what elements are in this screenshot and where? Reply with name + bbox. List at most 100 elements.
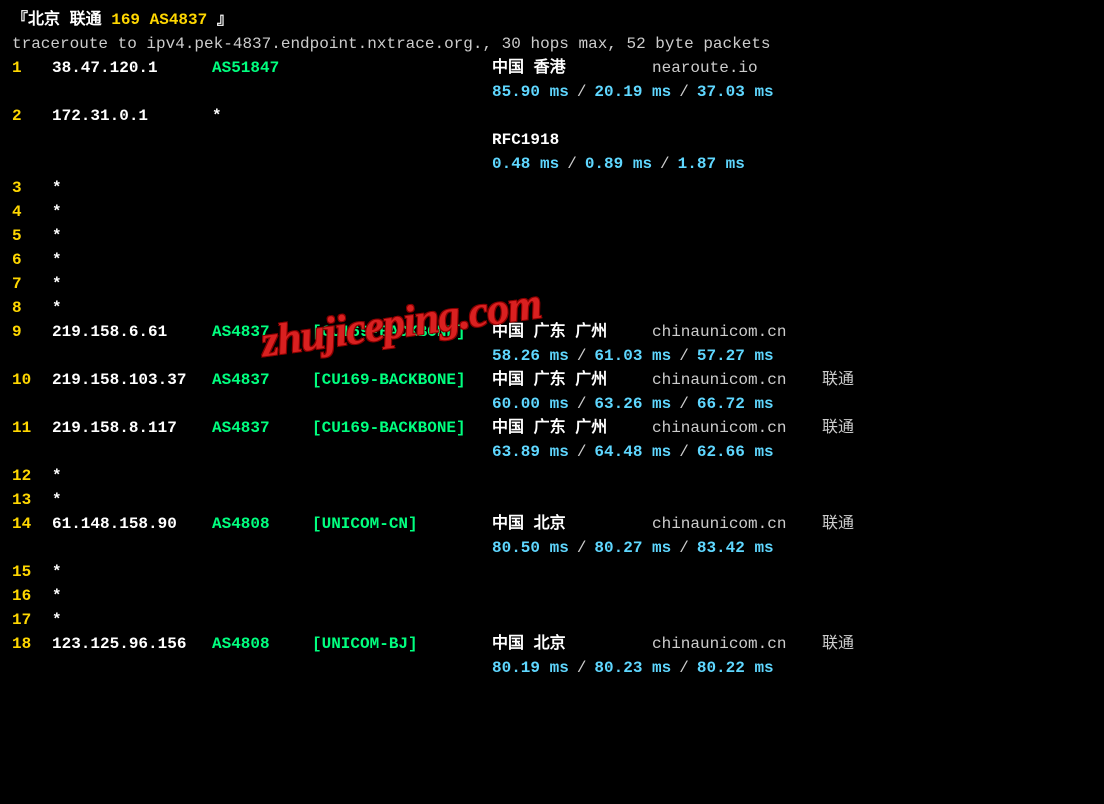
rtt-separator: /: [569, 536, 595, 560]
hop-location: 中国 广东 广州: [492, 416, 652, 440]
rtt-value: 0.48 ms: [492, 152, 559, 176]
hop-rfc-label: RFC1918: [12, 128, 1092, 152]
hop-carrier: 联通: [822, 632, 854, 656]
hop-rtt-row: 60.00 ms/63.26 ms/66.72 ms: [12, 392, 1092, 416]
rtt-value: 61.03 ms: [594, 344, 671, 368]
hop-location: 中国 广东 广州: [492, 320, 652, 344]
rtt-value: 85.90 ms: [492, 80, 569, 104]
hop-timeout-star: *: [52, 224, 62, 248]
hop-location: 中国 香港: [492, 56, 652, 80]
hop-row: 8*: [12, 296, 1092, 320]
hop-number: 2: [12, 104, 52, 128]
hop-row: 18123.125.96.156AS4808[UNICOM-BJ]中国 北京ch…: [12, 632, 1092, 656]
hop-row: 12*: [12, 464, 1092, 488]
rtt-value: 57.27 ms: [697, 344, 774, 368]
hop-row: 1461.148.158.90AS4808[UNICOM-CN]中国 北京chi…: [12, 512, 1092, 536]
rtt-separator: /: [671, 440, 697, 464]
hop-asn: AS51847: [212, 56, 312, 80]
hop-row: 17*: [12, 608, 1092, 632]
hop-location: 中国 北京: [492, 632, 652, 656]
hop-hostname: chinaunicom.cn: [652, 632, 822, 656]
rtt-separator: /: [671, 536, 697, 560]
rtt-separator: /: [671, 80, 697, 104]
hop-hostname: nearoute.io: [652, 56, 822, 80]
hop-number: 4: [12, 200, 52, 224]
hop-rtt-row: 80.50 ms/80.27 ms/83.42 ms: [12, 536, 1092, 560]
hop-hostname: chinaunicom.cn: [652, 512, 822, 536]
hop-number: 5: [12, 224, 52, 248]
hop-location: 中国 北京: [492, 512, 652, 536]
hop-ip: 219.158.6.61: [52, 320, 212, 344]
hop-carrier: 联通: [822, 368, 854, 392]
hop-row: 2172.31.0.1*: [12, 104, 1092, 128]
hop-rtt-row: 85.90 ms/20.19 ms/37.03 ms: [12, 80, 1092, 104]
rtt-value: 20.19 ms: [594, 80, 671, 104]
rtt-value: 58.26 ms: [492, 344, 569, 368]
hop-timeout-star: *: [52, 584, 62, 608]
rtt-value: 80.19 ms: [492, 656, 569, 680]
hop-network: [CU169-BACKBONE]: [312, 320, 492, 344]
hop-row: 9219.158.6.61AS4837[CU169-BACKBONE]中国 广东…: [12, 320, 1092, 344]
rtt-value: 0.89 ms: [585, 152, 652, 176]
traceroute-command: traceroute to ipv4.pek-4837.endpoint.nxt…: [12, 32, 1092, 56]
rtt-separator: /: [569, 440, 595, 464]
rtt-value: 63.89 ms: [492, 440, 569, 464]
hop-network: [UNICOM-CN]: [312, 512, 492, 536]
hop-timeout-star: *: [52, 464, 62, 488]
rtt-value: 1.87 ms: [678, 152, 745, 176]
hop-asn: AS4837: [212, 368, 312, 392]
hop-row: 15*: [12, 560, 1092, 584]
hop-number: 17: [12, 608, 52, 632]
hop-hostname: chinaunicom.cn: [652, 416, 822, 440]
hops-container: 138.47.120.1AS51847 中国 香港nearoute.io 85.90…: [12, 56, 1092, 680]
hop-number: 7: [12, 272, 52, 296]
rtt-value: 80.22 ms: [697, 656, 774, 680]
header-prefix: 『北京 联通: [12, 11, 111, 29]
hop-row: 5*: [12, 224, 1092, 248]
rtt-value: 83.42 ms: [697, 536, 774, 560]
hop-rtt-row: 80.19 ms/80.23 ms/80.22 ms: [12, 656, 1092, 680]
hop-row: 6*: [12, 248, 1092, 272]
rtt-value: 80.27 ms: [594, 536, 671, 560]
hop-carrier: 联通: [822, 416, 854, 440]
hop-timeout-star: *: [52, 248, 62, 272]
hop-asn: AS4808: [212, 632, 312, 656]
hop-number: 1: [12, 56, 52, 80]
hop-number: 9: [12, 320, 52, 344]
rtt-separator: /: [671, 392, 697, 416]
hop-number: 15: [12, 560, 52, 584]
hop-number: 10: [12, 368, 52, 392]
hop-ip: 172.31.0.1: [52, 104, 212, 128]
rtt-value: 37.03 ms: [697, 80, 774, 104]
hop-timeout-star: *: [52, 176, 62, 200]
hop-timeout-star: *: [52, 560, 62, 584]
hop-location: 中国 广东 广州: [492, 368, 652, 392]
hop-asn: AS4837: [212, 416, 312, 440]
hop-network: [CU169-BACKBONE]: [312, 368, 492, 392]
hop-row: 7*: [12, 272, 1092, 296]
hop-rtt-row: 0.48 ms/0.89 ms/1.87 ms: [12, 152, 1092, 176]
rtt-value: 63.26 ms: [594, 392, 671, 416]
rtt-value: 80.50 ms: [492, 536, 569, 560]
hop-ip: 38.47.120.1: [52, 56, 212, 80]
hop-row: 16*: [12, 584, 1092, 608]
hop-number: 3: [12, 176, 52, 200]
hop-hostname: chinaunicom.cn: [652, 320, 822, 344]
rtt-value: 60.00 ms: [492, 392, 569, 416]
hop-asn: *: [212, 104, 312, 128]
hop-carrier: 联通: [822, 512, 854, 536]
header-as: 169 AS4837: [111, 11, 207, 29]
rtt-separator: /: [652, 152, 678, 176]
hop-number: 11: [12, 416, 52, 440]
hop-network: [CU169-BACKBONE]: [312, 416, 492, 440]
hop-row: 138.47.120.1AS51847 中国 香港nearoute.io: [12, 56, 1092, 80]
hop-row: 13*: [12, 488, 1092, 512]
rtt-value: 66.72 ms: [697, 392, 774, 416]
rtt-value: 62.66 ms: [697, 440, 774, 464]
hop-timeout-star: *: [52, 200, 62, 224]
hop-asn: AS4837: [212, 320, 312, 344]
hop-hostname: chinaunicom.cn: [652, 368, 822, 392]
hop-ip: 61.148.158.90: [52, 512, 212, 536]
hop-row: 4*: [12, 200, 1092, 224]
hop-number: 13: [12, 488, 52, 512]
